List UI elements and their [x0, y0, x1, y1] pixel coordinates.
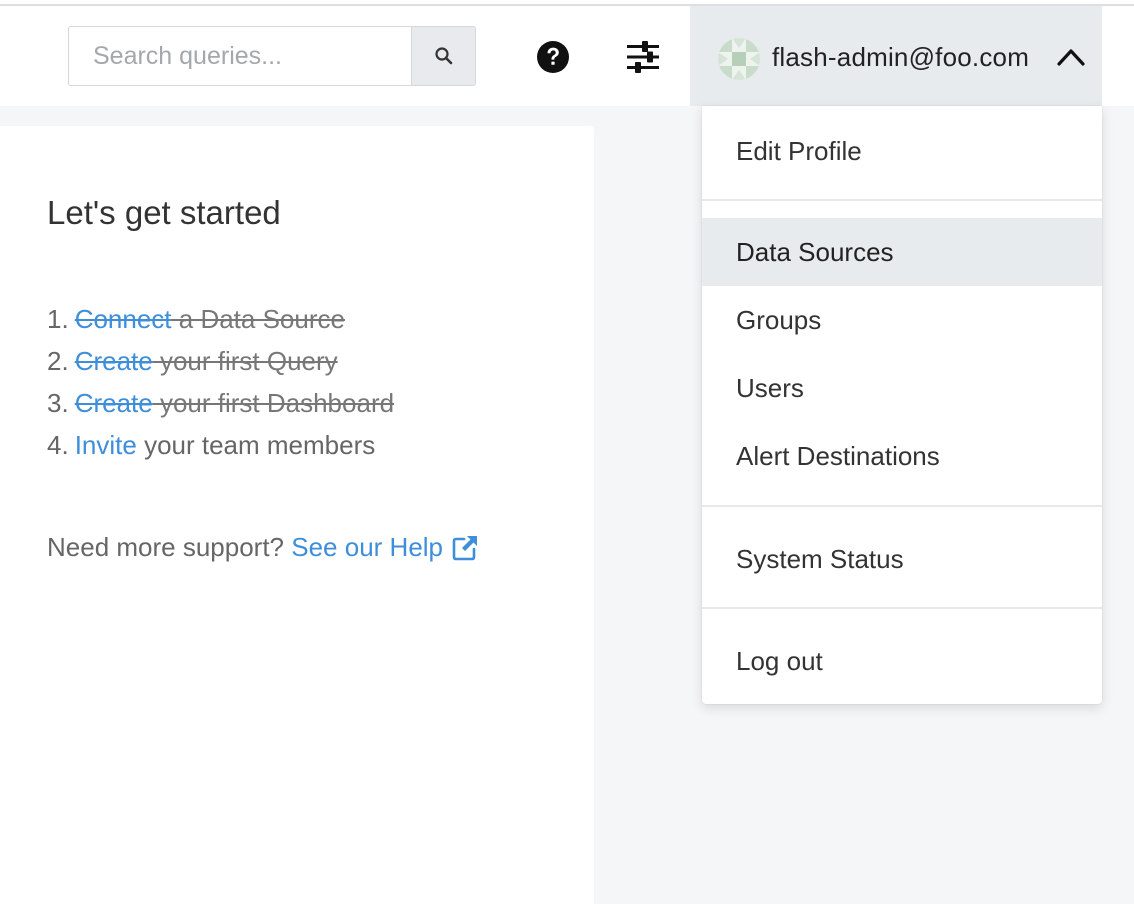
- sliders-icon: [627, 41, 659, 73]
- search-input[interactable]: [68, 26, 412, 86]
- menu-item-system-status[interactable]: System Status: [702, 525, 1102, 593]
- step-text: your first Dashboard: [152, 388, 395, 418]
- top-navbar: flash-admin@foo.com: [0, 6, 1134, 106]
- invite-link[interactable]: Invite: [75, 430, 137, 460]
- search-icon: [434, 47, 452, 65]
- avatar-identicon: [718, 38, 760, 80]
- onboarding-steps: 1. Connect a Data Source 2. Create your fi…: [47, 298, 394, 466]
- step-text: your first Query: [152, 346, 338, 376]
- step-text: a Data Source: [171, 304, 345, 334]
- step-number: 1.: [47, 304, 69, 334]
- settings-button[interactable]: [624, 39, 662, 75]
- chevron-up-icon: [1057, 49, 1085, 66]
- step-text: your team members: [136, 430, 376, 460]
- step-invite-team: 4. Invite your team members: [47, 424, 394, 466]
- menu-divider: [702, 199, 1102, 201]
- help-circle-icon: [537, 41, 569, 73]
- menu-item-edit-profile[interactable]: Edit Profile: [702, 117, 1102, 185]
- search-button[interactable]: [411, 26, 476, 86]
- support-line: Need more support? See our Help: [47, 532, 479, 563]
- menu-item-alert-destinations[interactable]: Alert Destinations: [702, 422, 1102, 490]
- step-number: 2.: [47, 346, 69, 376]
- menu-item-data-sources[interactable]: Data Sources: [702, 218, 1102, 286]
- help-link[interactable]: See our Help: [291, 532, 443, 563]
- create-dashboard-link[interactable]: Create: [75, 388, 153, 418]
- create-query-link[interactable]: Create: [75, 346, 153, 376]
- avatar: [718, 38, 760, 80]
- step-number: 4.: [47, 430, 69, 460]
- user-menu-toggle[interactable]: flash-admin@foo.com: [690, 6, 1102, 106]
- help-button[interactable]: [535, 39, 571, 75]
- step-connect-data-source: 1. Connect a Data Source: [47, 298, 394, 340]
- support-text: Need more support?: [47, 532, 292, 562]
- menu-item-users[interactable]: Users: [702, 354, 1102, 422]
- step-create-dashboard: 3. Create your first Dashboard: [47, 382, 394, 424]
- step-number: 3.: [47, 388, 69, 418]
- step-create-query: 2. Create your first Query: [47, 340, 394, 382]
- menu-divider: [702, 505, 1102, 507]
- card-title: Let's get started: [47, 194, 281, 231]
- connect-link[interactable]: Connect: [75, 304, 172, 334]
- menu-item-groups[interactable]: Groups: [702, 286, 1102, 354]
- external-link-icon[interactable]: [451, 534, 479, 562]
- menu-divider: [702, 607, 1102, 609]
- getting-started-card: Let's get started 1. Connect a Data Sourc…: [0, 126, 594, 904]
- user-email: flash-admin@foo.com: [772, 42, 1030, 72]
- user-dropdown-menu: Edit Profile Data Sources Groups Users A…: [702, 106, 1102, 704]
- menu-item-log-out[interactable]: Log out: [702, 627, 1102, 695]
